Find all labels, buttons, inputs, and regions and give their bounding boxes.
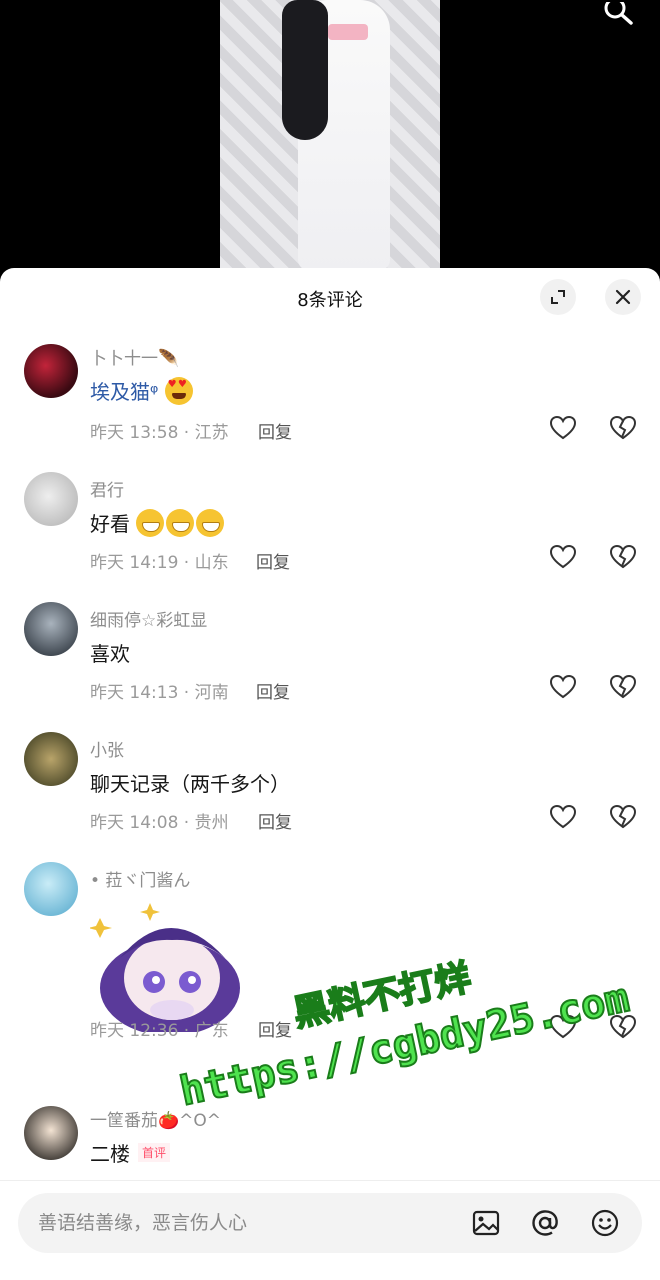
reply-button[interactable]: 回复 xyxy=(258,808,292,833)
comment-meta: 昨天 12:36 · 广东 xyxy=(90,1021,229,1041)
comment-text-content[interactable]: 好看 xyxy=(90,512,130,536)
anime-sticker-image[interactable] xyxy=(90,898,240,1032)
image-icon[interactable] xyxy=(470,1207,502,1239)
comment-username[interactable]: • 菈ヾ门酱ん xyxy=(90,866,190,891)
video-figure-logo xyxy=(328,24,368,40)
close-button[interactable] xyxy=(605,279,641,315)
avatar[interactable] xyxy=(24,602,78,656)
heart-outline-icon[interactable] xyxy=(548,1012,578,1042)
close-icon xyxy=(615,289,631,305)
comment-text-content[interactable]: 埃及猫ᵠ xyxy=(90,380,158,404)
expand-button[interactable] xyxy=(540,279,576,315)
comment-text: 埃及猫ᵠ xyxy=(90,376,195,405)
comment-input[interactable] xyxy=(38,1193,458,1253)
comment-meta: 昨天 14:08 · 贵州 xyxy=(90,813,229,833)
comment-meta: 昨天 14:19 · 山东 xyxy=(90,553,229,573)
comment-text: 好看 xyxy=(90,508,226,537)
avatar[interactable] xyxy=(24,1106,78,1160)
comment-username[interactable]: 君行 xyxy=(90,476,124,501)
broken-heart-icon[interactable] xyxy=(608,672,638,702)
broken-heart-icon[interactable] xyxy=(608,802,638,832)
grin-emoji-icon xyxy=(136,509,165,537)
comment-username[interactable]: 卜卜十一🪶 xyxy=(90,344,179,369)
comment-meta: 昨天 14:13 · 河南 xyxy=(90,683,229,703)
comment-input-pill xyxy=(18,1193,642,1253)
comment-username[interactable]: 细雨停☆彩虹显 xyxy=(90,606,207,631)
comment-text[interactable]: 聊天记录（两千多个） xyxy=(90,768,290,797)
comment-input-bar xyxy=(0,1180,660,1280)
comments-sheet: 8条评论 卜卜十一🪶 埃及猫ᵠ 昨天 13:58 · 江苏 回复 君行 xyxy=(0,268,660,1280)
comment-username[interactable]: 小张 xyxy=(90,736,124,761)
heart-outline-icon[interactable] xyxy=(548,413,578,443)
video-figure-hair xyxy=(282,0,328,140)
grin-emoji-icon xyxy=(166,509,195,537)
reply-button[interactable]: 回复 xyxy=(258,418,292,443)
search-button[interactable] xyxy=(598,0,638,30)
first-comment-badge: 首评 xyxy=(138,1143,171,1162)
avatar[interactable] xyxy=(24,472,78,526)
video-frame xyxy=(220,0,440,270)
comment-text: 二楼 首评 xyxy=(90,1138,171,1167)
reply-button[interactable]: 回复 xyxy=(258,1016,292,1041)
grin-emoji-icon xyxy=(196,509,225,537)
avatar[interactable] xyxy=(24,344,78,398)
at-icon[interactable] xyxy=(529,1207,561,1239)
avatar[interactable] xyxy=(24,862,78,916)
search-icon xyxy=(604,2,633,25)
broken-heart-icon[interactable] xyxy=(608,413,638,443)
comment-username[interactable]: 一筐番茄🍅^O^ xyxy=(90,1106,221,1131)
heart-outline-icon[interactable] xyxy=(548,542,578,572)
heart-eyes-emoji-icon xyxy=(164,377,193,405)
comment-text[interactable]: 喜欢 xyxy=(90,638,130,667)
heart-outline-icon[interactable] xyxy=(548,802,578,832)
heart-outline-icon[interactable] xyxy=(548,672,578,702)
reply-button[interactable]: 回复 xyxy=(256,548,290,573)
comment-meta: 昨天 13:58 · 江苏 xyxy=(90,423,229,443)
sheet-header: 8条评论 xyxy=(0,268,660,328)
expand-icon xyxy=(551,290,565,304)
broken-heart-icon[interactable] xyxy=(608,542,638,572)
emoji-icon[interactable] xyxy=(589,1207,621,1239)
broken-heart-icon[interactable] xyxy=(608,1012,638,1042)
reply-button[interactable]: 回复 xyxy=(256,678,290,703)
video-player[interactable] xyxy=(0,0,660,290)
comment-text-content[interactable]: 二楼 xyxy=(90,1142,130,1166)
avatar[interactable] xyxy=(24,732,78,786)
